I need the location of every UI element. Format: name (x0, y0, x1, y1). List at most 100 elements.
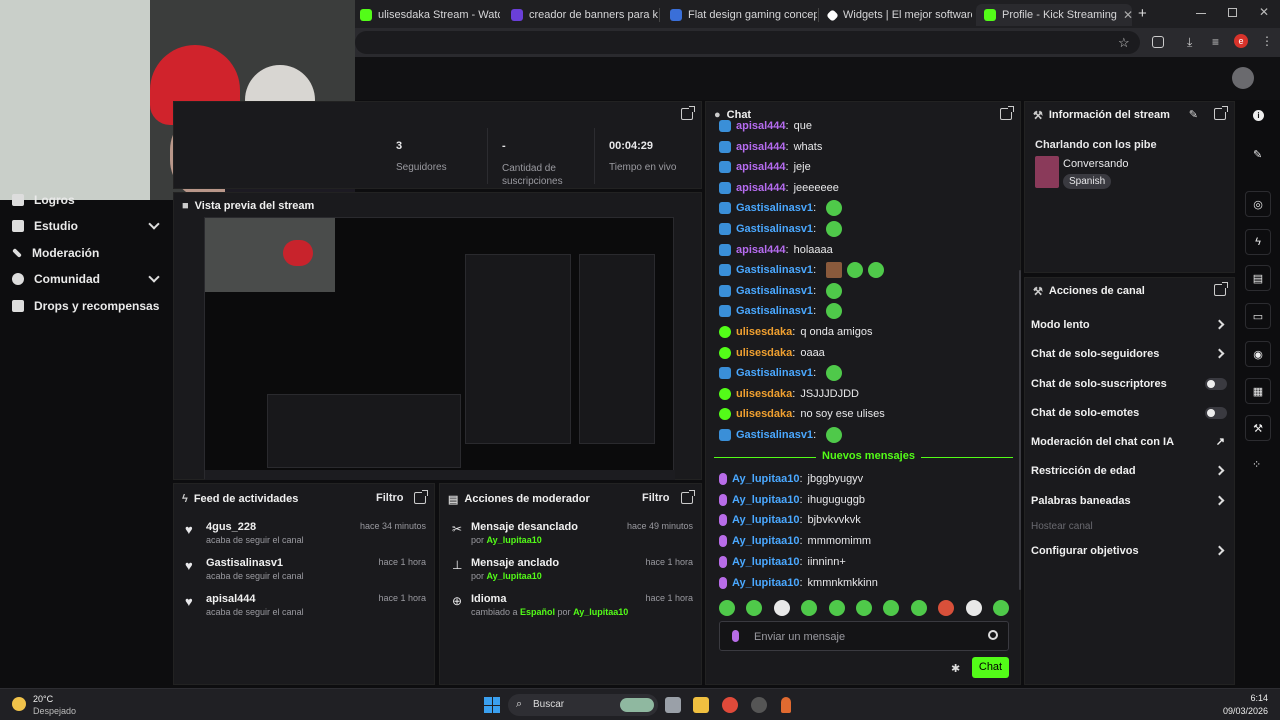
new-tab-button[interactable]: + (1138, 5, 1147, 22)
channel-action-item[interactable]: Restricción de edad (1031, 462, 1227, 480)
edit-icon[interactable]: ✎ (1189, 108, 1198, 121)
emote-quick-icon[interactable] (746, 600, 763, 616)
sidebar-item-estudio[interactable]: Estudio (12, 216, 160, 236)
clock-time[interactable]: 6:14 (1250, 693, 1268, 703)
emote-quick-icon[interactable] (773, 600, 790, 616)
popout-icon[interactable] (1214, 282, 1228, 296)
chat-username[interactable]: Ay_lupitaa10 (732, 473, 799, 485)
toggle-switch[interactable] (1205, 407, 1227, 419)
file-explorer-icon[interactable] (693, 697, 709, 713)
chat-username[interactable]: Gastisalinasv1 (736, 223, 813, 235)
toggle-switch[interactable] (1205, 378, 1227, 390)
emoji-icon[interactable] (988, 630, 998, 640)
apps-icon[interactable]: ⁘ (1252, 458, 1261, 471)
category-thumbnail[interactable] (1035, 156, 1059, 188)
minimize-icon[interactable] (1196, 13, 1206, 14)
taskbar-search[interactable]: ⌕ Buscar (508, 694, 658, 716)
download-icon[interactable]: ⤓ (1187, 35, 1192, 50)
pencil-icon[interactable]: ✎ (1253, 148, 1262, 161)
browser-tab[interactable]: Widgets | El mejor software pa (820, 4, 972, 26)
emote-quick-icon[interactable] (883, 600, 900, 616)
sidebar-item-comunidad[interactable]: Comunidad (12, 269, 160, 289)
chat-username[interactable]: apisal444 (736, 182, 786, 194)
feed-filter-button[interactable]: Filtro (376, 492, 404, 504)
chat-username[interactable]: Ay_lupitaa10 (732, 577, 799, 589)
chat-username[interactable]: Ay_lupitaa10 (732, 535, 799, 547)
emote-quick-icon[interactable] (965, 600, 982, 616)
address-bar[interactable] (355, 31, 1140, 54)
chat-username[interactable]: Ay_lupitaa10 (732, 494, 799, 506)
mod-actor[interactable]: Ay_lupitaa10 (573, 607, 628, 617)
chat-username[interactable]: Gastisalinasv1 (736, 429, 813, 441)
microphone-app-icon[interactable] (781, 697, 791, 713)
chat-username[interactable]: Gastisalinasv1 (736, 305, 813, 317)
popout-icon[interactable] (1000, 106, 1014, 120)
stream-category[interactable]: Conversando (1063, 158, 1128, 170)
chat-username[interactable]: Gastisalinasv1 (736, 202, 813, 214)
emote-quick-icon[interactable] (828, 600, 845, 616)
close-icon[interactable]: ✕ (1123, 8, 1132, 22)
browser-tab[interactable]: Flat design gaming concept tw (662, 4, 817, 26)
menu-icon[interactable]: ⋮ (1261, 34, 1273, 48)
chat-username[interactable]: ulisesdaka (736, 347, 792, 359)
clock-date[interactable]: 09/03/2026 (1223, 706, 1268, 716)
sidebar-item-logros[interactable]: Logros (12, 190, 75, 210)
channel-action-item[interactable]: Chat de solo-emotes (1031, 404, 1227, 422)
emote-quick-icon[interactable] (719, 600, 735, 616)
chat-input[interactable]: Enviar un mensaje (719, 621, 1009, 651)
chat-username[interactable]: apisal444 (736, 161, 786, 173)
channel-action-item[interactable]: Chat de solo-seguidores (1031, 345, 1227, 363)
browser-tab-active[interactable]: Profile - Kick Streaming ✕ (976, 4, 1132, 26)
chat-username[interactable]: apisal444 (736, 141, 786, 153)
star-icon[interactable]: ☆ (1118, 35, 1130, 51)
emote-quick-icon[interactable] (938, 600, 955, 616)
channel-action-item[interactable]: Chat de solo-suscriptores (1031, 375, 1227, 393)
channel-action-item[interactable]: Modo lento (1031, 316, 1227, 334)
modactions-filter-button[interactable]: Filtro (642, 492, 670, 504)
mod-actor[interactable]: Ay_lupitaa10 (487, 571, 542, 581)
target-icon[interactable]: ◎ (1245, 191, 1271, 217)
emote-quick-icon[interactable] (910, 600, 927, 616)
extensions-icon[interactable] (1152, 36, 1164, 48)
media-icon[interactable]: ≡ (1212, 35, 1219, 49)
popout-icon[interactable] (681, 106, 695, 120)
channel-action-item[interactable]: Configurar objetivos (1031, 542, 1227, 560)
chat-scrollbar[interactable] (1019, 270, 1021, 590)
mod-actor[interactable]: Ay_lupitaa10 (487, 535, 542, 545)
maximize-icon[interactable] (1228, 8, 1237, 17)
wrench-icon[interactable]: ⚒ (1245, 415, 1271, 441)
chat-username[interactable]: Gastisalinasv1 (736, 264, 813, 276)
channel-action-item[interactable]: Moderación del chat con IA ↗ (1031, 433, 1227, 451)
chat-username[interactable]: apisal444 (736, 244, 786, 256)
layout-icon[interactable]: ▦ (1245, 378, 1271, 404)
lightning-icon[interactable]: ϟ (1245, 229, 1271, 255)
chat-username[interactable]: Ay_lupitaa10 (732, 556, 799, 568)
browser-tab[interactable]: creador de banners para kick (503, 4, 658, 26)
mic-icon[interactable] (732, 630, 739, 642)
popout-icon[interactable] (1214, 106, 1228, 120)
chat-username[interactable]: apisal444 (736, 120, 786, 132)
chrome-icon[interactable] (722, 697, 738, 713)
channel-action-item[interactable]: Palabras baneadas (1031, 492, 1227, 510)
windows-start-icon[interactable] (484, 697, 500, 713)
send-chat-button[interactable]: Chat (972, 657, 1009, 678)
browser-tab[interactable]: ulisesdaka Stream - Watch Live ✕ (352, 4, 500, 26)
chat-username[interactable]: ulisesdaka (736, 408, 792, 420)
document-icon[interactable]: ▤ (1245, 265, 1271, 291)
stream-preview-video[interactable] (204, 217, 675, 480)
chat-icon[interactable]: ▭ (1245, 303, 1271, 329)
chat-username[interactable]: Gastisalinasv1 (736, 285, 813, 297)
obs-icon[interactable] (751, 697, 767, 713)
emote-quick-icon[interactable] (801, 600, 818, 616)
emote-quick-icon[interactable] (855, 600, 872, 616)
info-icon[interactable]: i (1253, 110, 1264, 121)
popout-icon[interactable] (414, 490, 428, 504)
popout-icon[interactable] (681, 490, 695, 504)
chat-username[interactable]: ulisesdaka (736, 388, 792, 400)
chat-username[interactable]: Ay_lupitaa10 (732, 514, 799, 526)
chat-username[interactable]: ulisesdaka (736, 326, 792, 338)
user-avatar[interactable] (1232, 67, 1254, 89)
chat-username[interactable]: Gastisalinasv1 (736, 367, 813, 379)
sidebar-item-moderacion[interactable]: Moderación (12, 243, 99, 263)
sidebar-item-drops[interactable]: Drops y recompensas (12, 296, 159, 316)
